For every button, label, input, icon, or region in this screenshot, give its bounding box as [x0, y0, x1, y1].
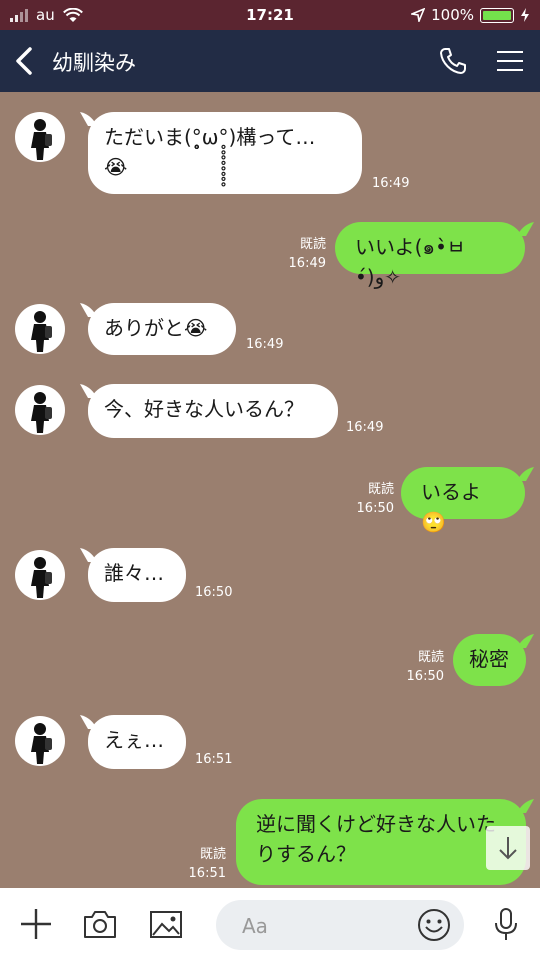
- person-icon: [31, 557, 52, 598]
- message-text: 誰々…: [104, 561, 164, 585]
- location-icon: [411, 8, 426, 22]
- image-icon[interactable]: [148, 906, 184, 942]
- message-bubble[interactable]: 逆に聞くけど好きな人いた りするん？: [236, 799, 526, 885]
- phone-icon[interactable]: [436, 44, 470, 78]
- plus-icon[interactable]: [18, 906, 54, 942]
- avatar[interactable]: [15, 304, 65, 354]
- message-text: 秘密: [469, 647, 509, 671]
- message-time: 16:49: [372, 176, 410, 191]
- message-input-field[interactable]: [216, 900, 464, 950]
- read-status: 既読: [367, 482, 394, 497]
- chat-area[interactable]: ただいま(°̥̥̥̥̥̥̥̥ω°̥̥̥̥̥̥̥̥)構って… 😭 16:49 既読…: [0, 92, 540, 888]
- avatar[interactable]: [15, 716, 65, 766]
- back-icon[interactable]: [10, 44, 40, 78]
- message-bubble[interactable]: 今、好きな人いるん？: [88, 384, 338, 438]
- message-text: りするん？: [256, 842, 356, 866]
- avatar[interactable]: [15, 550, 65, 600]
- avatar[interactable]: [15, 112, 65, 162]
- message-bubble[interactable]: いいよ(๑•̀ㅂ•́)و✧: [335, 222, 525, 289]
- person-icon: [31, 392, 52, 433]
- chat-header: 幼馴染み: [0, 30, 540, 92]
- status-bar: au 17:21 100%: [0, 0, 540, 30]
- battery-icon: [480, 7, 514, 23]
- bubble-tail: [518, 467, 534, 481]
- message-text: 今、好きな人いるん？: [104, 397, 304, 421]
- bubble-tail: [518, 799, 534, 813]
- arrow-down-icon: [499, 837, 517, 860]
- message-time: 16:51: [188, 866, 226, 881]
- message-bubble[interactable]: ありがと😭: [88, 303, 236, 355]
- input-bar: [0, 888, 540, 960]
- person-icon: [31, 311, 52, 352]
- message-text: 逆に聞くけど好きな人いた: [256, 812, 496, 836]
- person-icon: [31, 119, 52, 160]
- message-time: 16:51: [195, 752, 233, 767]
- message-bubble[interactable]: 誰々…: [88, 548, 186, 602]
- message-time: 16:50: [195, 585, 233, 600]
- read-status: 既読: [417, 650, 444, 665]
- message-bubble[interactable]: 秘密: [453, 634, 526, 686]
- menu-icon[interactable]: [493, 44, 527, 78]
- bubble-tail: [518, 634, 534, 648]
- message-input[interactable]: [240, 911, 404, 941]
- chat-title: 幼馴染み: [52, 51, 136, 75]
- message-text: えぇ…: [104, 728, 164, 752]
- message-time: 16:49: [288, 256, 326, 271]
- person-icon: [31, 723, 52, 764]
- message-time: 16:49: [246, 337, 284, 352]
- bubble-tail: [518, 222, 534, 236]
- message-bubble[interactable]: ただいま(°̥̥̥̥̥̥̥̥ω°̥̥̥̥̥̥̥̥)構って… 😭: [88, 112, 362, 194]
- message-text: 😭: [104, 155, 128, 179]
- message-text: ありがと😭: [104, 316, 208, 340]
- message-time: 16:49: [346, 420, 384, 435]
- message-text: いいよ(๑•̀ㅂ•́)و✧: [355, 235, 466, 289]
- charging-icon: [521, 8, 529, 22]
- message-time: 16:50: [406, 669, 444, 684]
- read-status: 既読: [199, 847, 226, 862]
- avatar[interactable]: [15, 385, 65, 435]
- battery-percent: 100%: [431, 6, 474, 24]
- message-text: ただいま(°̥̥̥̥̥̥̥̥ω°̥̥̥̥̥̥̥̥)構って…: [104, 125, 316, 149]
- microphone-icon[interactable]: [488, 906, 524, 942]
- read-status: 既読: [299, 237, 326, 252]
- emoji-icon[interactable]: [416, 907, 452, 943]
- camera-icon[interactable]: [82, 906, 118, 942]
- scroll-to-bottom-button[interactable]: [486, 826, 530, 870]
- message-text: いるよ🙄: [421, 480, 481, 534]
- message-bubble[interactable]: いるよ🙄: [401, 467, 525, 534]
- message-bubble[interactable]: えぇ…: [88, 715, 186, 769]
- message-time: 16:50: [356, 501, 394, 516]
